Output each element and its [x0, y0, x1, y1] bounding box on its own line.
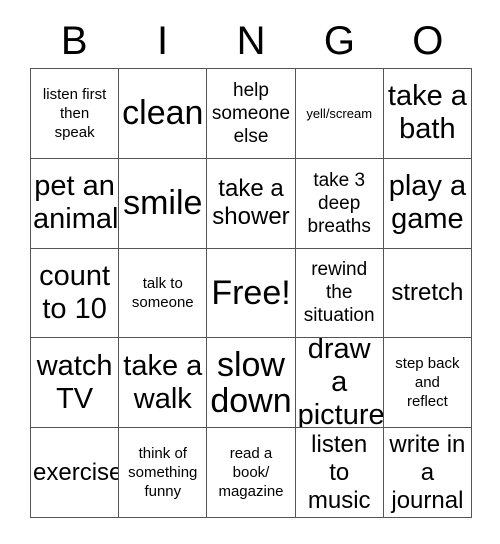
bingo-cell-label: stretch	[391, 278, 464, 306]
bingo-cell-label: listen to music	[307, 430, 371, 514]
bingo-cell-r5c5[interactable]: write in a journal	[383, 428, 472, 518]
bingo-cell-label: Free!	[211, 273, 291, 312]
bingo-cell-label: read a book/ magazine	[218, 445, 284, 501]
bingo-cell-r5c4[interactable]: listen to music	[295, 428, 384, 518]
bingo-cell-label: yell/scream	[306, 105, 373, 121]
bingo-cell-r2c5[interactable]: play a game	[383, 158, 472, 249]
bingo-cell-label: pet an animal	[33, 170, 119, 236]
bingo-cell-label: talk to someone	[131, 274, 194, 311]
bingo-header-letter-o: O	[412, 19, 444, 63]
bingo-cell-r4c4[interactable]: draw a picture	[295, 338, 384, 429]
bingo-card: B I N G O listen first then speak clean help s…	[0, 0, 500, 544]
bingo-grid: listen first then speak clean help someone…	[30, 68, 472, 518]
bingo-cell-label: take a shower	[212, 175, 290, 231]
bingo-header: BINGO	[30, 14, 472, 68]
bingo-cell-r5c1[interactable]: exercise	[31, 428, 120, 518]
bingo-cell-r4c1[interactable]: watch TV	[31, 338, 120, 429]
bingo-cell-label: smile	[123, 184, 203, 223]
bingo-cell-label: think of something funny	[128, 445, 198, 501]
bingo-header-letter-i: I	[157, 19, 169, 63]
bingo-header-letter-n: N	[236, 19, 266, 63]
bingo-cell-label: slow down	[210, 345, 292, 420]
bingo-cell-r3c3[interactable]: Free!	[207, 248, 296, 339]
bingo-header-letter-g: G	[323, 19, 355, 63]
bingo-cell-label: step back and reflect	[395, 355, 460, 411]
bingo-cell-r2c3[interactable]: take a shower	[207, 158, 296, 249]
bingo-cell-r4c2[interactable]: take a walk	[119, 338, 208, 429]
bingo-cell-r3c2[interactable]: talk to someone	[119, 248, 208, 339]
bingo-cell-r3c5[interactable]: stretch	[383, 248, 472, 339]
bingo-cell-r1c4[interactable]: yell/scream	[295, 69, 384, 159]
bingo-cell-r3c1[interactable]: count to 10	[31, 248, 120, 339]
bingo-cell-r1c3[interactable]: help someone else	[207, 69, 296, 159]
bingo-cell-label: watch TV	[36, 349, 113, 415]
bingo-cell-r1c2[interactable]: clean	[119, 69, 208, 159]
bingo-cell-label: count to 10	[39, 259, 111, 325]
bingo-cell-r2c4[interactable]: take 3 deep breaths	[295, 158, 384, 249]
bingo-cell-r1c5[interactable]: take a bath	[383, 69, 472, 159]
bingo-cell-label: draw a picture	[297, 338, 384, 429]
bingo-cell-r5c2[interactable]: think of something funny	[119, 428, 208, 518]
bingo-header-letter-b: B	[60, 19, 88, 63]
bingo-cell-label: take a walk	[123, 349, 203, 415]
bingo-cell-label: play a game	[388, 170, 467, 236]
bingo-cell-r2c2[interactable]: smile	[119, 158, 208, 249]
bingo-cell-label: clean	[122, 94, 204, 133]
bingo-cell-label: listen first then speak	[42, 85, 107, 141]
bingo-cell-r3c4[interactable]: rewind the situation	[295, 248, 384, 339]
bingo-cell-r5c3[interactable]: read a book/ magazine	[207, 428, 296, 518]
bingo-cell-label: write in a journal	[389, 430, 466, 514]
bingo-cell-label: take a bath	[387, 80, 467, 146]
bingo-cell-label: rewind the situation	[303, 259, 375, 327]
bingo-cell-r4c5[interactable]: step back and reflect	[383, 338, 472, 429]
bingo-cell-label: exercise	[33, 458, 120, 486]
bingo-cell-r4c3[interactable]: slow down	[207, 338, 296, 429]
bingo-cell-r1c1[interactable]: listen first then speak	[31, 69, 120, 159]
bingo-cell-label: help someone else	[211, 79, 291, 147]
bingo-cell-label: take 3 deep breaths	[307, 169, 371, 237]
bingo-cell-r2c1[interactable]: pet an animal	[31, 158, 120, 249]
